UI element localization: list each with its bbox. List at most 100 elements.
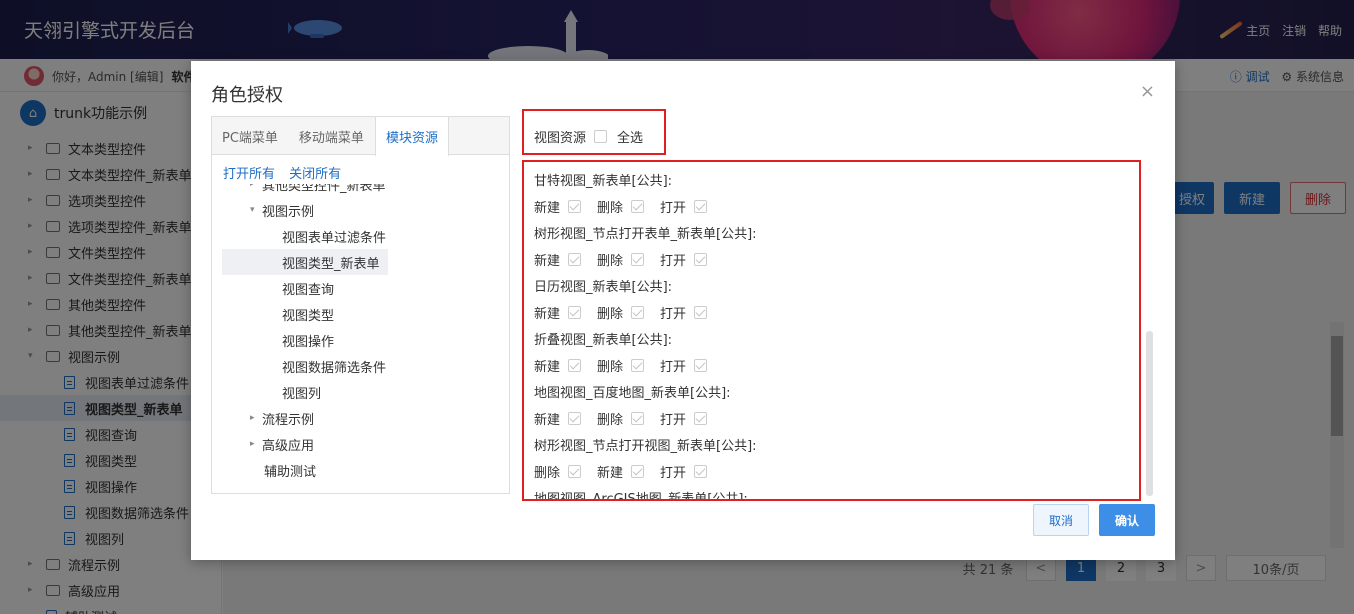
permission-action[interactable]: 新建 — [534, 356, 582, 375]
tab-module-resources[interactable]: 模块资源 — [374, 117, 449, 156]
permission-action-label: 新建 — [597, 466, 624, 481]
permission-title: 地图视图_百度地图_新表单[公共]: — [534, 386, 731, 401]
permission-action[interactable]: 打开 — [660, 409, 708, 428]
permission-title: 日历视图_新表单[公共]: — [534, 280, 673, 295]
tree-node[interactable]: 视图操作 — [282, 327, 334, 353]
chevron-icon[interactable]: ▾ — [250, 205, 262, 215]
permission-action[interactable]: 删除 — [597, 303, 645, 322]
permissions-list: 甘特视图_新表单[公共]: 新建 删除 打开 树形视图_节点打开表单_新表单[公共]: 新… — [524, 162, 1139, 499]
permission-action[interactable]: 删除 — [597, 409, 645, 428]
permission-actions: 新建 删除 打开 — [534, 409, 723, 428]
dialog-title: 角色授权 — [211, 85, 283, 106]
select-all-checkbox[interactable] — [594, 130, 608, 143]
permission-action[interactable]: 打开 — [660, 356, 708, 375]
tree-node[interactable]: ▾ 视图示例 — [250, 197, 314, 223]
permission-checkbox[interactable] — [568, 200, 582, 213]
tree-node[interactable]: 辅助测试 — [264, 457, 316, 483]
permission-action[interactable]: 打开 — [660, 250, 708, 269]
tree-node-label: 视图类型 — [282, 308, 335, 324]
tree-node[interactable]: 视图类型 — [282, 301, 334, 327]
permission-checkbox[interactable] — [568, 465, 582, 478]
permission-action-label: 删除 — [597, 360, 624, 375]
permission-checkbox[interactable] — [631, 412, 645, 425]
view-resources-label: 视图资源 — [534, 131, 587, 146]
open-all-link[interactable]: 打开所有 — [223, 167, 275, 182]
permission-checkbox[interactable] — [694, 200, 708, 213]
permission-title: 地图视图_ArcGIS地图_新表单[公共]: — [534, 488, 748, 499]
view-resources-row: 视图资源 全选 — [534, 127, 643, 146]
permission-title: 树形视图_节点打开表单_新表单[公共]: — [534, 227, 757, 242]
permission-checkbox[interactable] — [631, 253, 645, 266]
permission-action-label: 删除 — [597, 201, 624, 216]
tree-node[interactable]: 视图表单过滤条件 — [282, 223, 386, 249]
confirm-button[interactable]: 确认 — [1099, 504, 1155, 536]
tab-pc-menu[interactable]: PC端菜单 — [212, 117, 289, 155]
permission-action[interactable]: 新建 — [597, 462, 645, 481]
permission-checkbox[interactable] — [694, 253, 708, 266]
permission-checkbox[interactable] — [631, 200, 645, 213]
permission-action[interactable]: 删除 — [597, 250, 645, 269]
permission-checkbox[interactable] — [631, 359, 645, 372]
tree-node[interactable]: 视图查询 — [282, 275, 334, 301]
close-icon[interactable]: × — [1140, 83, 1155, 101]
permission-action-label: 打开 — [660, 201, 687, 216]
permission-action[interactable]: 新建 — [534, 303, 582, 322]
permission-action[interactable]: 打开 — [660, 462, 708, 481]
permission-action[interactable]: 新建 — [534, 250, 582, 269]
tree-node[interactable]: ▸ 高级应用 — [250, 431, 314, 457]
tree-node[interactable]: 视图类型_新表单 — [222, 249, 388, 275]
permission-checkbox[interactable] — [631, 465, 645, 478]
permission-checkbox[interactable] — [694, 359, 708, 372]
permission-checkbox[interactable] — [694, 412, 708, 425]
permission-action[interactable]: 删除 — [534, 462, 582, 481]
permission-action-label: 新建 — [534, 201, 561, 216]
tree-node-label: 视图表单过滤条件 — [282, 230, 387, 246]
chevron-icon[interactable]: ▸ — [250, 439, 262, 449]
permission-action-label: 删除 — [597, 413, 624, 428]
tree-node[interactable]: 视图列 — [282, 379, 321, 405]
tab-mobile-menu[interactable]: 移动端菜单 — [289, 117, 375, 155]
permission-action-label: 打开 — [660, 466, 687, 481]
role-auth-dialog: 角色授权 × PC端菜单 移动端菜单 模块资源 打开所有 关闭所有 ▸ 其他类型控… — [191, 61, 1175, 560]
permission-checkbox[interactable] — [568, 306, 582, 319]
tree-node-label: 视图操作 — [282, 334, 335, 350]
tree-node[interactable]: 视图数据筛选条件 — [282, 353, 386, 379]
tree-node-label: 视图数据筛选条件 — [282, 360, 387, 376]
permission-actions: 删除 新建 打开 — [534, 462, 723, 481]
permission-action-label: 新建 — [534, 307, 561, 322]
resource-tabs: PC端菜单 移动端菜单 模块资源 — [212, 117, 509, 156]
chevron-icon[interactable]: ▸ — [250, 413, 262, 423]
permission-action[interactable]: 删除 — [597, 197, 645, 216]
permission-action-label: 删除 — [597, 254, 624, 269]
permission-checkbox[interactable] — [568, 412, 582, 425]
permission-action-label: 新建 — [534, 413, 561, 428]
select-all-label[interactable]: 全选 — [617, 127, 643, 146]
permission-checkbox[interactable] — [631, 306, 645, 319]
permission-checkbox[interactable] — [568, 253, 582, 266]
tree-node-label: 流程示例 — [262, 412, 315, 428]
tree-node-label: 视图示例 — [262, 204, 315, 220]
resource-tree-panel: PC端菜单 移动端菜单 模块资源 打开所有 关闭所有 ▸ 其他类型控件_新表单 ▾ 视… — [211, 116, 510, 494]
permission-action-label: 新建 — [534, 254, 561, 269]
permission-actions: 新建 删除 打开 — [534, 250, 723, 269]
permission-action[interactable]: 打开 — [660, 303, 708, 322]
permission-action-label: 打开 — [660, 307, 687, 322]
permissions-highlight: 甘特视图_新表单[公共]: 新建 删除 打开 树形视图_节点打开表单_新表单[公共]: 新… — [522, 160, 1141, 501]
permission-action-label: 打开 — [660, 413, 687, 428]
permission-actions: 新建 删除 打开 — [534, 356, 723, 375]
tree-node[interactable]: ▸ 流程示例 — [250, 405, 314, 431]
permission-action[interactable]: 打开 — [660, 197, 708, 216]
permission-action[interactable]: 新建 — [534, 197, 582, 216]
cancel-button[interactable]: 取消 — [1033, 504, 1089, 536]
tree-node-label: 视图列 — [282, 386, 322, 402]
permission-action-label: 删除 — [534, 466, 561, 481]
permission-action[interactable]: 删除 — [597, 356, 645, 375]
permissions-scrollbar[interactable] — [1146, 331, 1153, 496]
close-all-link[interactable]: 关闭所有 — [289, 167, 341, 182]
permission-action[interactable]: 新建 — [534, 409, 582, 428]
tree-actions: 打开所有 关闭所有 — [223, 163, 351, 182]
permission-action-label: 打开 — [660, 360, 687, 375]
permission-checkbox[interactable] — [694, 306, 708, 319]
permission-checkbox[interactable] — [568, 359, 582, 372]
permission-checkbox[interactable] — [694, 465, 708, 478]
